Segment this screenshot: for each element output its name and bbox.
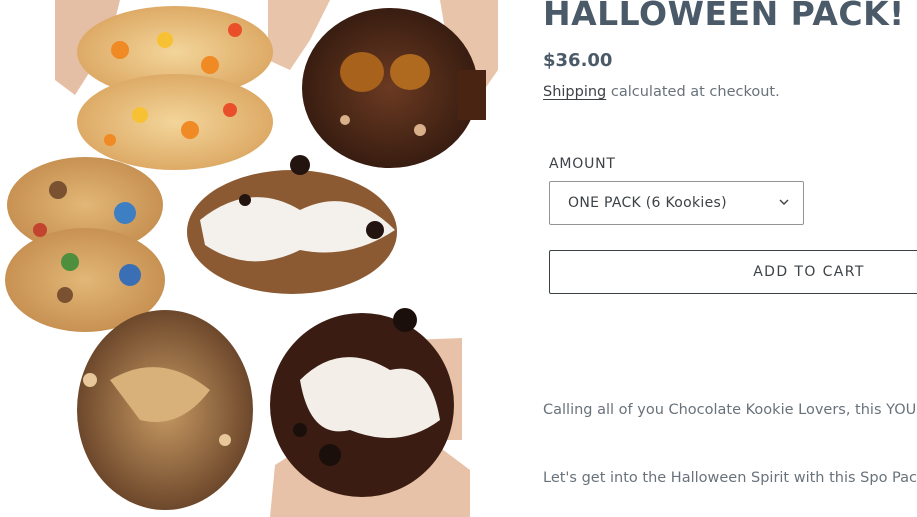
cookie-photo-icon xyxy=(5,0,498,517)
shipping-note: Shipping calculated at checkout. xyxy=(543,84,780,100)
amount-select-value: ONE PACK (6 Kookies) xyxy=(568,195,727,211)
product-price: $36.00 xyxy=(543,50,613,71)
shipping-note-text: calculated at checkout. xyxy=(606,84,780,100)
amount-label: AMOUNT xyxy=(549,156,616,172)
chevron-down-icon xyxy=(779,199,789,205)
description-paragraph: Let's get into the Halloween Spirit with… xyxy=(543,470,917,486)
amount-select[interactable]: ONE PACK (6 Kookies) xyxy=(549,181,804,225)
product-image-gallery[interactable] xyxy=(0,0,500,517)
add-to-cart-label: ADD TO CART xyxy=(753,264,865,280)
add-to-cart-button[interactable]: ADD TO CART xyxy=(549,250,917,294)
product-title: HALLOWEEN PACK! xyxy=(543,0,905,33)
description-paragraph: Calling all of you Chocolate Kookie Love… xyxy=(543,402,917,418)
shipping-link[interactable]: Shipping xyxy=(543,84,606,100)
